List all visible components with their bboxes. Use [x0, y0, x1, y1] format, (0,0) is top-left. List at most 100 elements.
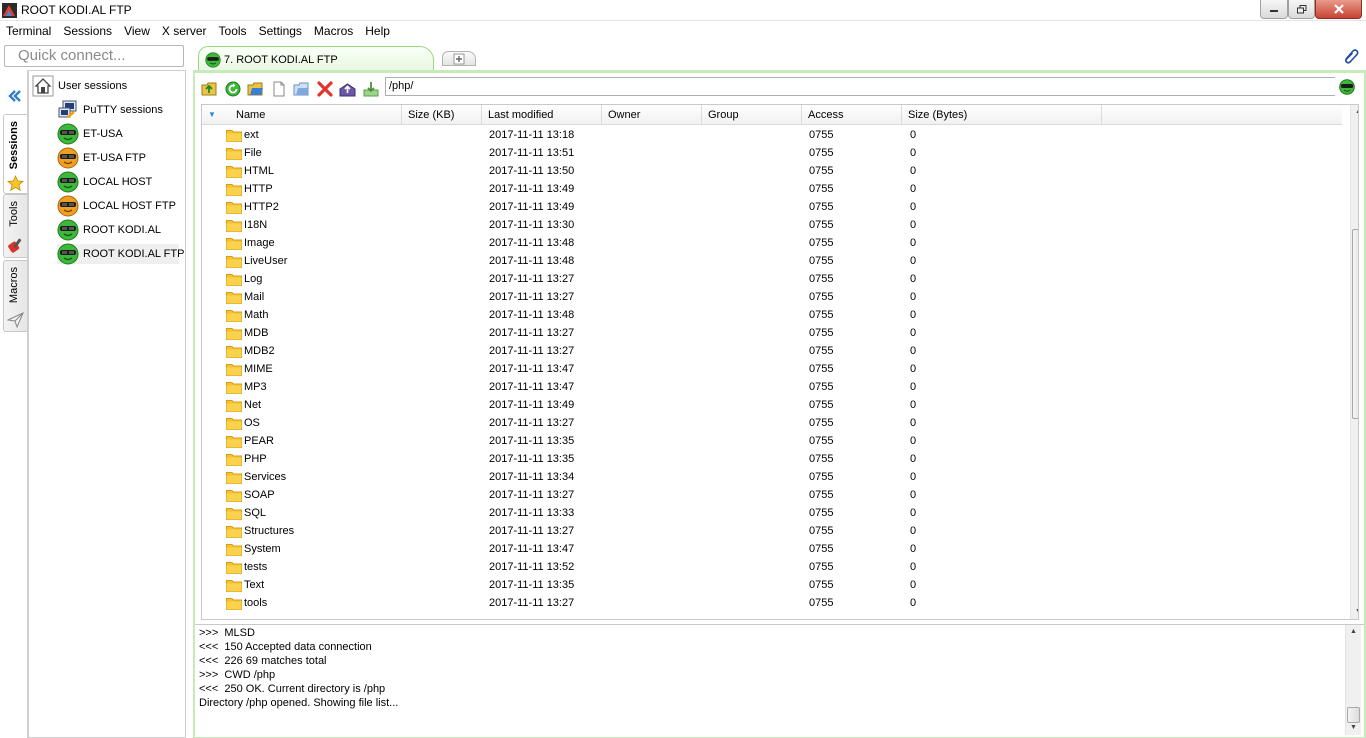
- download-button[interactable]: [360, 79, 381, 100]
- scroll-up-icon[interactable]: ▲: [1350, 628, 1357, 635]
- table-row[interactable]: MP3 2017-11-11 13:47 0755 0: [202, 378, 1342, 396]
- cell-access: 0755: [809, 327, 834, 339]
- table-row[interactable]: PHP 2017-11-11 13:35 0755 0: [202, 450, 1342, 468]
- table-row[interactable]: Math 2017-11-11 13:48 0755 0: [202, 306, 1342, 324]
- table-row[interactable]: SQL 2017-11-11 13:33 0755 0: [202, 504, 1342, 522]
- column-size-bytes[interactable]: Size (Bytes): [902, 105, 1102, 125]
- table-row[interactable]: MIME 2017-11-11 13:47 0755 0: [202, 360, 1342, 378]
- ssh-session-icon: [57, 219, 79, 241]
- table-row[interactable]: File 2017-11-11 13:51 0755 0: [202, 144, 1342, 162]
- table-row[interactable]: I18N 2017-11-11 13:30 0755 0: [202, 216, 1342, 234]
- cell-modified: 2017-11-11 13:27: [489, 597, 575, 609]
- delete-button[interactable]: [314, 79, 335, 100]
- table-row[interactable]: OS 2017-11-11 13:27 0755 0: [202, 414, 1342, 432]
- tree-root-user-sessions[interactable]: User sessions: [32, 75, 127, 97]
- menu-sessions[interactable]: Sessions: [57, 21, 118, 42]
- new-folder-button[interactable]: [291, 79, 312, 100]
- column-last-modified[interactable]: Last modified: [482, 105, 602, 125]
- cell-access: 0755: [809, 273, 834, 285]
- scroll-down-icon[interactable]: ▼: [1350, 724, 1357, 731]
- scroll-down-icon[interactable]: ▼: [1355, 608, 1358, 615]
- cell-access: 0755: [809, 471, 834, 483]
- table-row[interactable]: HTML 2017-11-11 13:50 0755 0: [202, 162, 1342, 180]
- cell-access: 0755: [809, 201, 834, 213]
- tree-item-root-kodi-al[interactable]: ROOT KODI.AL: [57, 219, 161, 241]
- tab-tools[interactable]: Tools: [3, 194, 27, 258]
- tab-macros[interactable]: Macros: [3, 260, 27, 332]
- menu-tools[interactable]: Tools: [213, 21, 253, 42]
- tree-item-local-host[interactable]: LOCAL HOST: [57, 171, 152, 193]
- path-input[interactable]: /php/: [385, 77, 1335, 96]
- table-row[interactable]: Image 2017-11-11 13:48 0755 0: [202, 234, 1342, 252]
- column-access[interactable]: Access: [802, 105, 902, 125]
- log-line: Directory /php opened. Showing file list…: [199, 697, 399, 709]
- cell-modified: 2017-11-11 13:49: [489, 399, 575, 411]
- paperclip-icon[interactable]: [1342, 47, 1360, 65]
- session-tab-active[interactable]: 7. ROOT KODI.AL FTP: [198, 46, 434, 72]
- cell-access: 0755: [809, 219, 834, 231]
- table-row[interactable]: Services 2017-11-11 13:34 0755 0: [202, 468, 1342, 486]
- tab-sessions[interactable]: Sessions: [3, 114, 27, 194]
- tree-item-et-usa[interactable]: ET-USA: [57, 123, 123, 145]
- table-row[interactable]: MDB 2017-11-11 13:27 0755 0: [202, 324, 1342, 342]
- tree-item-et-usa-ftp[interactable]: ET-USA FTP: [57, 147, 146, 169]
- table-row[interactable]: ext 2017-11-11 13:18 0755 0: [202, 126, 1342, 144]
- sort-descending-icon: ▼: [208, 110, 216, 119]
- cell-access: 0755: [809, 453, 834, 465]
- new-file-button[interactable]: [268, 79, 289, 100]
- scrollbar-thumb[interactable]: [1352, 229, 1358, 419]
- menu-settings[interactable]: Settings: [253, 21, 308, 42]
- table-row[interactable]: Net 2017-11-11 13:49 0755 0: [202, 396, 1342, 414]
- parent-folder-button[interactable]: [199, 79, 220, 100]
- table-row[interactable]: PEAR 2017-11-11 13:35 0755 0: [202, 432, 1342, 450]
- cell-name: OS: [244, 417, 260, 429]
- collapse-sidebar-icon[interactable]: [6, 87, 24, 105]
- refresh-button[interactable]: [222, 79, 243, 100]
- cell-bytes: 0: [910, 255, 917, 267]
- minimize-button[interactable]: [1260, 0, 1288, 19]
- column-owner[interactable]: Owner: [602, 105, 702, 125]
- scrollbar-thumb[interactable]: [1347, 707, 1360, 723]
- log-line: <<< 150 Accepted data connection: [199, 641, 372, 653]
- folder-icon: [226, 148, 242, 160]
- open-folder-button[interactable]: [245, 79, 266, 100]
- column-name[interactable]: ▼ Name: [202, 105, 402, 125]
- table-row[interactable]: SOAP 2017-11-11 13:27 0755 0: [202, 486, 1342, 504]
- column-group[interactable]: Group: [702, 105, 802, 125]
- file-list-scrollbar[interactable]: ▲ ▼: [1350, 105, 1358, 619]
- close-button[interactable]: [1315, 0, 1362, 19]
- table-row[interactable]: tools 2017-11-11 13:27 0755 0: [202, 594, 1342, 612]
- table-row[interactable]: System 2017-11-11 13:47 0755 0: [202, 540, 1342, 558]
- table-row[interactable]: Text 2017-11-11 13:35 0755 0: [202, 576, 1342, 594]
- menu-help[interactable]: Help: [359, 21, 396, 42]
- table-row[interactable]: Mail 2017-11-11 13:27 0755 0: [202, 288, 1342, 306]
- cell-bytes: 0: [910, 597, 917, 609]
- tree-item-putty-sessions[interactable]: PuTTY sessions: [57, 100, 163, 120]
- table-row[interactable]: HTTP 2017-11-11 13:49 0755 0: [202, 180, 1342, 198]
- go-path-icon[interactable]: [1339, 79, 1355, 95]
- table-row[interactable]: HTTP2 2017-11-11 13:49 0755 0: [202, 198, 1342, 216]
- quick-connect-input[interactable]: Quick connect...: [4, 45, 184, 67]
- folder-icon: [226, 220, 242, 232]
- new-tab-button[interactable]: [442, 51, 476, 66]
- log-scrollbar[interactable]: ▲ ▼: [1345, 625, 1361, 735]
- menu-macros[interactable]: Macros: [308, 21, 359, 42]
- cell-name: File: [244, 147, 262, 159]
- table-row[interactable]: tests 2017-11-11 13:52 0755 0: [202, 558, 1342, 576]
- upload-button[interactable]: [337, 79, 358, 100]
- menu-terminal[interactable]: Terminal: [0, 21, 57, 42]
- scroll-up-icon[interactable]: ▲: [1355, 108, 1358, 115]
- column-size-kb[interactable]: Size (KB): [402, 105, 482, 125]
- cell-modified: 2017-11-11 13:27: [489, 345, 575, 357]
- table-row[interactable]: Structures 2017-11-11 13:27 0755 0: [202, 522, 1342, 540]
- table-row[interactable]: LiveUser 2017-11-11 13:48 0755 0: [202, 252, 1342, 270]
- menu-view[interactable]: View: [118, 21, 156, 42]
- tree-item-root-kodi-al-ftp[interactable]: ROOT KODI.AL FTP: [57, 243, 184, 265]
- table-row[interactable]: MDB2 2017-11-11 13:27 0755 0: [202, 342, 1342, 360]
- tree-item-local-host-ftp[interactable]: LOCAL HOST FTP: [57, 195, 176, 217]
- cell-bytes: 0: [910, 543, 917, 555]
- maximize-button[interactable]: [1288, 0, 1315, 19]
- cell-name: LiveUser: [244, 255, 288, 267]
- menu-x-server[interactable]: X server: [156, 21, 213, 42]
- table-row[interactable]: Log 2017-11-11 13:27 0755 0: [202, 270, 1342, 288]
